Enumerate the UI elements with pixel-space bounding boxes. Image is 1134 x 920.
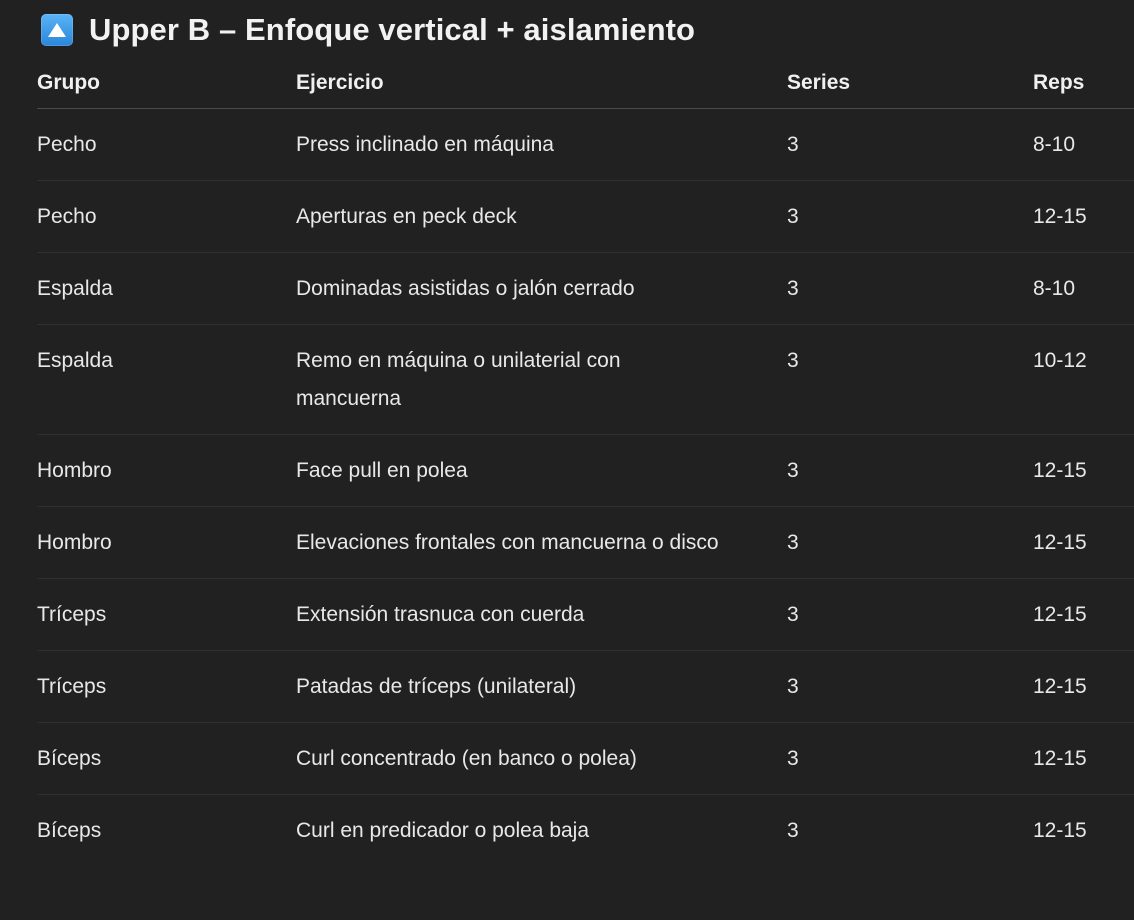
table-row: Tríceps Extensión trasnuca con cuerda 3 …: [37, 579, 1134, 651]
cell-ejercicio: Press inclinado en máquina: [296, 133, 554, 156]
table-row: Bíceps Curl en predicador o polea baja 3…: [37, 795, 1134, 866]
cell-series: 3: [787, 675, 799, 698]
cell-reps: 8-10: [1033, 277, 1076, 300]
cell-series: 3: [787, 819, 799, 842]
table-row: Hombro Elevaciones frontales con mancuer…: [37, 507, 1134, 579]
cell-reps: 12-15: [1033, 531, 1087, 554]
table-row: Pecho Press inclinado en máquina 3 8-10: [37, 109, 1134, 181]
table-row: Espalda Remo en máquina o unilaterial co…: [37, 325, 1134, 435]
section-title: Upper B – Enfoque vertical + aislamiento: [89, 12, 696, 47]
header-series: Series: [787, 71, 851, 94]
cell-reps: 12-15: [1033, 819, 1087, 842]
cell-ejercicio: Curl en predicador o polea baja: [296, 819, 590, 842]
cell-series: 3: [787, 205, 799, 228]
workout-table: Grupo Ejercicio Series Reps Pecho Press …: [37, 58, 1134, 866]
table-header: Grupo Ejercicio Series Reps: [37, 58, 1134, 109]
cell-reps: 8-10: [1033, 133, 1076, 156]
table-row: Bíceps Curl concentrado (en banco o pole…: [37, 723, 1134, 795]
cell-grupo: Bíceps: [37, 747, 102, 770]
cell-ejercicio: Aperturas en peck deck: [296, 205, 517, 228]
cell-ejercicio: Extensión trasnuca con cuerda: [296, 603, 585, 626]
cell-ejercicio: Face pull en polea: [296, 459, 468, 482]
table-row: Tríceps Patadas de tríceps (unilateral) …: [37, 651, 1134, 723]
cell-reps: 12-15: [1033, 603, 1087, 626]
cell-reps: 12-15: [1033, 675, 1087, 698]
cell-reps: 12-15: [1033, 205, 1087, 228]
table-row: Espalda Dominadas asistidas o jalón cerr…: [37, 253, 1134, 325]
cell-reps: 12-15: [1033, 459, 1087, 482]
cell-grupo: Tríceps: [37, 603, 107, 626]
cell-reps: 12-15: [1033, 747, 1087, 770]
up-arrow-button-icon: [41, 14, 73, 46]
cell-series: 3: [787, 603, 799, 626]
cell-series: 3: [787, 133, 799, 156]
cell-series: 3: [787, 531, 799, 554]
cell-ejercicio: Patadas de tríceps (unilateral): [296, 675, 577, 698]
cell-grupo: Espalda: [37, 277, 113, 300]
header-reps: Reps: [1033, 71, 1085, 94]
cell-grupo: Tríceps: [37, 675, 107, 698]
section-heading: Upper B – Enfoque vertical + aislamiento: [41, 10, 695, 50]
cell-grupo: Hombro: [37, 531, 112, 554]
cell-grupo: Espalda: [37, 349, 113, 372]
cell-ejercicio: Curl concentrado (en banco o polea): [296, 747, 637, 770]
cell-series: 3: [787, 459, 799, 482]
cell-grupo: Pecho: [37, 133, 97, 156]
cell-ejercicio: Elevaciones frontales con mancuerna o di…: [296, 531, 719, 554]
cell-ejercicio: Dominadas asistidas o jalón cerrado: [296, 277, 635, 300]
header-ejercicio: Ejercicio: [296, 71, 384, 94]
cell-grupo: Bíceps: [37, 819, 102, 842]
cell-grupo: Hombro: [37, 459, 112, 482]
cell-series: 3: [787, 349, 799, 372]
cell-series: 3: [787, 277, 799, 300]
cell-ejercicio: Remo en máquina o unilaterial con mancue…: [296, 349, 621, 410]
cell-grupo: Pecho: [37, 205, 97, 228]
table-row: Hombro Face pull en polea 3 12-15: [37, 435, 1134, 507]
cell-series: 3: [787, 747, 799, 770]
cell-reps: 10-12: [1033, 349, 1087, 372]
header-grupo: Grupo: [37, 71, 100, 94]
table-row: Pecho Aperturas en peck deck 3 12-15: [37, 181, 1134, 253]
